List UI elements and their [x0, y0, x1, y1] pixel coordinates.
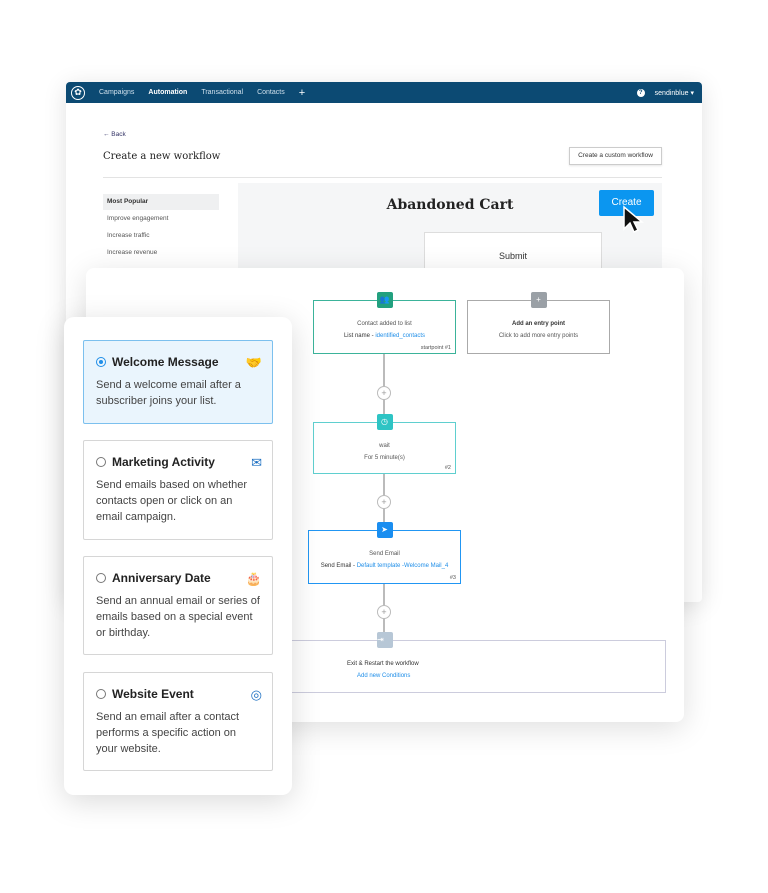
- start-node[interactable]: 👥 Contact added to list List name - iden…: [313, 292, 456, 354]
- node-number: #2: [444, 465, 451, 471]
- radio-selected[interactable]: [96, 357, 106, 367]
- option-description: Send an annual email or series of emails…: [96, 595, 260, 639]
- option-anniversary-date[interactable]: Anniversary Date Send an annual email or…: [83, 556, 273, 655]
- option-title: Marketing Activity: [112, 455, 215, 469]
- node-title: wait: [379, 443, 390, 449]
- add-conditions-link[interactable]: Add new Conditions: [357, 673, 665, 679]
- exit-icon: ⇥: [377, 632, 393, 648]
- node-title: Contact added to list: [357, 321, 412, 327]
- page-title: Create a new workflow: [103, 151, 221, 162]
- node-number: startpoint #1: [420, 345, 451, 351]
- add-step-button[interactable]: +: [377, 605, 391, 619]
- plus-icon: +: [530, 292, 547, 308]
- envelope-icon: ✉: [251, 455, 262, 470]
- account-menu[interactable]: sendinblue ▾: [655, 89, 694, 97]
- sendinblue-logo-icon[interactable]: ✿: [71, 85, 85, 100]
- template-link[interactable]: Default template -Welcome Mail_4: [357, 563, 449, 569]
- clock-icon: ◷: [376, 414, 393, 430]
- sidebar-item-improve-engagement[interactable]: Improve engagement: [103, 211, 219, 227]
- contacts-icon: 👥: [376, 292, 393, 308]
- send-email-node[interactable]: ➤ Send Email Send Email - Default templa…: [308, 522, 461, 584]
- node-title: Send Email: [369, 551, 400, 557]
- node-title: Exit & Restart the workflow: [347, 661, 419, 667]
- node-label: List name -: [343, 333, 376, 339]
- nav-contacts[interactable]: Contacts: [257, 89, 285, 96]
- radio[interactable]: [96, 689, 106, 699]
- sidebar-item-most-popular[interactable]: Most Popular: [103, 194, 219, 210]
- target-click-icon: ◎: [250, 687, 262, 702]
- node-title: Add an entry point: [512, 321, 565, 327]
- radio[interactable]: [96, 457, 106, 467]
- sidebar-item-increase-traffic[interactable]: Increase traffic: [103, 228, 219, 244]
- send-icon: ➤: [376, 522, 393, 538]
- option-description: Send an email after a contact performs a…: [96, 711, 240, 755]
- sidebar-item-increase-revenue[interactable]: Increase revenue: [103, 245, 219, 261]
- option-title: Welcome Message: [112, 355, 219, 369]
- option-description: Send emails based on whether contacts op…: [96, 479, 248, 523]
- option-website-event[interactable]: Website Event Send an email after a cont…: [83, 672, 273, 771]
- list-name-link[interactable]: identified_contacts: [375, 333, 425, 339]
- divider: [103, 177, 662, 178]
- node-number: #3: [449, 575, 456, 581]
- account-name: sendinblue: [654, 89, 689, 97]
- add-icon[interactable]: +: [299, 87, 305, 99]
- wait-node[interactable]: ◷ wait For 5 minute(s) #2: [313, 414, 456, 474]
- cake-icon: 🎂: [245, 571, 262, 586]
- node-label: Send Email -: [320, 563, 357, 569]
- option-description: Send a welcome email after a subscriber …: [96, 379, 241, 407]
- radio[interactable]: [96, 573, 106, 583]
- node-subtitle: For 5 minute(s): [364, 455, 405, 461]
- create-custom-workflow-button[interactable]: Create a custom workflow: [569, 147, 662, 165]
- help-icon[interactable]: ?: [636, 88, 645, 97]
- add-entry-point-node[interactable]: + Add an entry point Click to add more e…: [467, 292, 610, 354]
- cursor-icon: [623, 205, 644, 234]
- add-step-button[interactable]: +: [377, 386, 391, 400]
- nav-automation[interactable]: Automation: [148, 89, 187, 96]
- option-title: Anniversary Date: [112, 571, 211, 585]
- nav-transactional[interactable]: Transactional: [201, 89, 243, 96]
- node-subtitle: Click to add more entry points: [498, 333, 579, 339]
- option-title: Website Event: [112, 687, 194, 701]
- add-step-button[interactable]: +: [377, 495, 391, 509]
- back-link[interactable]: ← Back: [103, 131, 126, 138]
- exit-node[interactable]: ⇥ Exit & Restart the workflow Add new Co…: [290, 632, 666, 693]
- option-welcome-message[interactable]: Welcome Message Send a welcome email aft…: [83, 340, 273, 424]
- top-nav: ✿ Campaigns Automation Transactional Con…: [66, 82, 702, 103]
- option-marketing-activity[interactable]: Marketing Activity Send emails based on …: [83, 440, 273, 540]
- handshake-icon: 🤝: [245, 355, 262, 370]
- workflow-type-card: Welcome Message Send a welcome email aft…: [64, 317, 292, 795]
- nav-campaigns[interactable]: Campaigns: [99, 89, 134, 96]
